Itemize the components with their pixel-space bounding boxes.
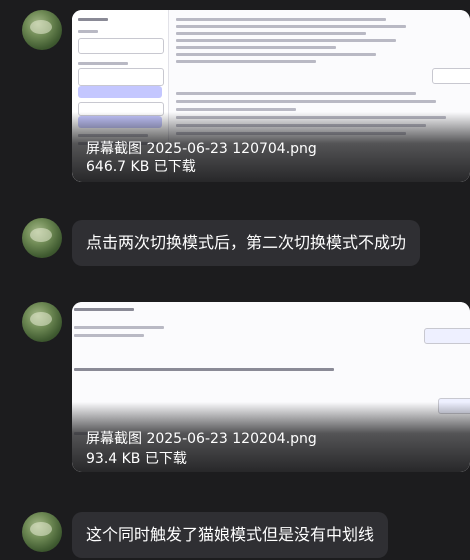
avatar[interactable] [22, 218, 62, 258]
message-2: 点击两次切换模式后，第二次切换模式不成功 [0, 210, 470, 280]
image-attachment[interactable]: 屏幕截图 2025-06-23 120704.png 646.7 KB 已下载 [72, 10, 470, 182]
file-status: 93.4 KB 已下载 [86, 451, 187, 467]
file-status: 646.7 KB 已下载 [86, 159, 196, 175]
avatar[interactable] [22, 10, 62, 50]
avatar[interactable] [22, 512, 62, 552]
message-bubble: 点击两次切换模式后，第二次切换模式不成功 [72, 220, 421, 266]
message-bubble: 这个同时触发了猫娘模式但是没有中划线 [72, 512, 389, 558]
message-1: 屏幕截图 2025-06-23 120704.png 646.7 KB 已下载 [0, 0, 470, 190]
file-name: 屏幕截图 2025-06-23 120204.png [86, 431, 317, 447]
file-name: 屏幕截图 2025-06-23 120704.png [86, 141, 317, 157]
message-4: 这个同时触发了猫娘模式但是没有中划线 [0, 502, 470, 560]
image-attachment[interactable]: 屏幕截图 2025-06-23 120204.png 93.4 KB 已下载 [72, 302, 470, 472]
avatar[interactable] [22, 302, 62, 342]
message-3: 屏幕截图 2025-06-23 120204.png 93.4 KB 已下载 [0, 294, 470, 484]
